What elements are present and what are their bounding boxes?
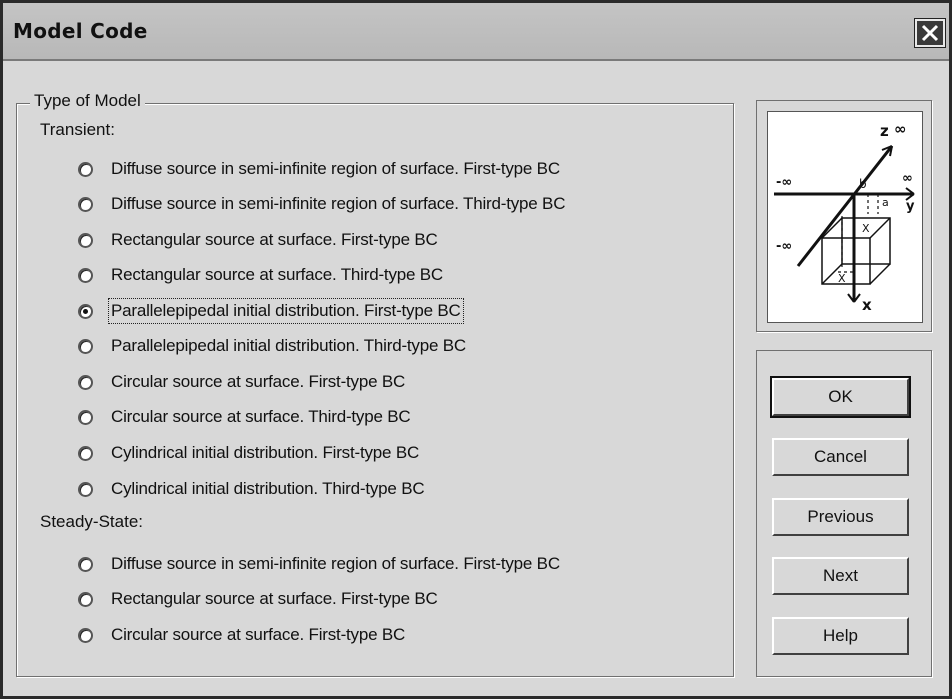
radio-steady-2[interactable]: Rectangular source at surface. First-typ… <box>78 586 438 612</box>
radio-steady-3[interactable]: Circular source at surface. First-type B… <box>78 622 405 648</box>
title-bar[interactable]: Model Code <box>3 3 949 61</box>
radio-button[interactable] <box>78 161 93 177</box>
model-diagram: z ∞ -∞ ∞ y -∞ b a X X x <box>767 111 923 323</box>
option-label: Rectangular source at surface. First-typ… <box>111 589 438 608</box>
ok-button-label: OK <box>828 387 853 406</box>
parallelepiped-diagram-icon: z ∞ -∞ ∞ y -∞ b a X X x <box>774 120 915 314</box>
radio-transient-7[interactable]: Circular source at surface. First-type B… <box>78 369 405 395</box>
radio-button[interactable] <box>78 556 93 572</box>
z-neg-infinity-label: -∞ <box>776 239 792 254</box>
option-label: Cylindrical initial distribution. Third-… <box>111 479 425 498</box>
radio-button[interactable] <box>78 267 93 283</box>
radio-button[interactable] <box>78 338 93 354</box>
option-label: Circular source at surface. Third-type B… <box>111 407 411 426</box>
close-button[interactable] <box>914 18 946 48</box>
radio-button[interactable] <box>78 445 93 461</box>
radio-transient-9[interactable]: Cylindrical initial distribution. First-… <box>78 440 419 466</box>
x2-label: X <box>838 272 846 285</box>
radio-button[interactable] <box>78 481 93 497</box>
b-label: b <box>859 177 867 191</box>
window-title: Model Code <box>13 19 148 43</box>
option-label: Rectangular source at surface. Third-typ… <box>111 265 443 284</box>
option-label: Diffuse source in semi-infinite region o… <box>111 554 560 573</box>
radio-transient-5[interactable]: Parallelepipedal initial distribution. F… <box>78 298 464 324</box>
cancel-button[interactable]: Cancel <box>772 438 909 476</box>
help-button-label: Help <box>823 626 858 645</box>
z-axis-label: z <box>880 122 889 140</box>
previous-button[interactable]: Previous <box>772 498 909 536</box>
help-button[interactable]: Help <box>772 617 909 655</box>
cancel-button-label: Cancel <box>814 447 867 466</box>
x1-label: X <box>862 222 870 235</box>
radio-button[interactable] <box>78 409 93 425</box>
x-axis-label: x <box>862 296 872 314</box>
radio-transient-3[interactable]: Rectangular source at surface. First-typ… <box>78 227 438 253</box>
radio-button-selected[interactable] <box>78 303 93 319</box>
radio-button[interactable] <box>78 232 93 248</box>
ok-button[interactable]: OK <box>770 376 911 418</box>
a-label: a <box>882 196 889 209</box>
steady-state-label: Steady-State: <box>40 512 144 531</box>
radio-button[interactable] <box>78 591 93 607</box>
transient-label: Transient: <box>40 120 115 139</box>
z-infinity-label: ∞ <box>894 120 907 138</box>
group-legend: Type of Model <box>30 91 145 111</box>
next-button[interactable]: Next <box>772 557 909 595</box>
next-button-label: Next <box>823 566 858 585</box>
radio-transient-10[interactable]: Cylindrical initial distribution. Third-… <box>78 476 425 502</box>
radio-transient-4[interactable]: Rectangular source at surface. Third-typ… <box>78 262 443 288</box>
option-label: Rectangular source at surface. First-typ… <box>111 230 438 249</box>
radio-transient-1[interactable]: Diffuse source in semi-infinite region o… <box>78 156 560 182</box>
y-axis-label: y <box>906 199 915 214</box>
y-infinity-label: ∞ <box>902 171 913 186</box>
radio-button[interactable] <box>78 374 93 390</box>
option-label: Cylindrical initial distribution. First-… <box>111 443 420 462</box>
radio-steady-1[interactable]: Diffuse source in semi-infinite region o… <box>78 551 560 577</box>
close-icon <box>921 24 939 42</box>
y-neg-infinity-label: -∞ <box>776 175 792 190</box>
radio-transient-6[interactable]: Parallelepipedal initial distribution. T… <box>78 333 466 359</box>
radio-button[interactable] <box>78 196 93 212</box>
option-label: Diffuse source in semi-infinite region o… <box>111 194 566 213</box>
previous-button-label: Previous <box>807 507 874 526</box>
option-label: Parallelepipedal initial distribution. F… <box>108 298 464 324</box>
option-label: Circular source at surface. First-type B… <box>111 372 406 391</box>
option-label: Circular source at surface. First-type B… <box>111 625 406 644</box>
model-preview-panel: z ∞ -∞ ∞ y -∞ b a X X x <box>756 100 932 332</box>
radio-transient-8[interactable]: Circular source at surface. Third-type B… <box>78 404 411 430</box>
radio-transient-2[interactable]: Diffuse source in semi-infinite region o… <box>78 191 565 217</box>
option-label: Diffuse source in semi-infinite region o… <box>111 159 560 178</box>
radio-button[interactable] <box>78 627 93 643</box>
option-label: Parallelepipedal initial distribution. T… <box>111 336 466 355</box>
